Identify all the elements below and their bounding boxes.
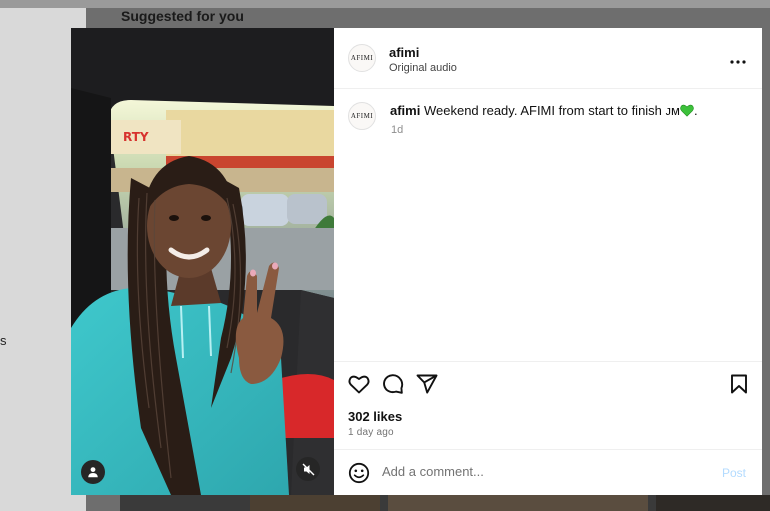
heart-icon bbox=[348, 375, 370, 394]
author-username[interactable]: afimi bbox=[389, 45, 419, 60]
page-top-strip bbox=[0, 0, 770, 8]
comment-divider bbox=[334, 449, 762, 450]
caption-avatar[interactable]: AFIMI bbox=[348, 102, 376, 130]
bookmark-icon bbox=[731, 374, 747, 394]
thumbnail[interactable] bbox=[388, 495, 648, 511]
post-caption: afimi Weekend ready. AFIMI from start to… bbox=[390, 103, 740, 118]
post-comment-button[interactable]: Post bbox=[722, 466, 746, 480]
emoji-button[interactable] bbox=[348, 462, 370, 489]
caption-text: Weekend ready. AFIMI from start to finis… bbox=[423, 103, 680, 118]
thumbnail[interactable] bbox=[656, 495, 770, 511]
author-avatar[interactable]: AFIMI bbox=[348, 44, 376, 72]
emoji-smile-icon bbox=[348, 462, 370, 484]
actions-divider bbox=[334, 361, 762, 362]
comment-button[interactable] bbox=[382, 373, 404, 400]
suggested-heading: Suggested for you bbox=[121, 8, 244, 24]
user-tag-icon bbox=[88, 467, 98, 478]
likes-count[interactable]: 302 likes bbox=[348, 409, 402, 424]
comment-bubble-icon bbox=[383, 374, 404, 394]
posted-time[interactable]: 1 day ago bbox=[348, 427, 394, 438]
save-button[interactable] bbox=[730, 374, 748, 399]
paper-plane-icon bbox=[416, 374, 438, 394]
post-modal: RTY AFIMI afimi Original audio AFIMI afi… bbox=[71, 28, 762, 495]
header-divider bbox=[334, 88, 762, 89]
mute-toggle-button[interactable] bbox=[296, 457, 320, 481]
caption-time[interactable]: 1d bbox=[391, 124, 403, 136]
more-horizontal-icon bbox=[730, 60, 746, 64]
muted-speaker-icon bbox=[302, 463, 314, 475]
more-options-button[interactable] bbox=[728, 54, 748, 64]
like-button[interactable] bbox=[348, 374, 370, 399]
svg-text:RTY: RTY bbox=[123, 130, 149, 144]
green-heart-icon bbox=[680, 104, 694, 117]
user-tag-button[interactable] bbox=[81, 460, 105, 484]
thumbnail[interactable] bbox=[250, 495, 380, 511]
share-button[interactable] bbox=[416, 373, 438, 400]
sidebar-text-fragment: s bbox=[0, 333, 7, 348]
audio-label[interactable]: Original audio bbox=[389, 62, 457, 74]
video-frame-illustration: RTY bbox=[71, 28, 334, 495]
post-video[interactable]: RTY bbox=[71, 28, 334, 495]
comment-input[interactable] bbox=[382, 464, 712, 479]
caption-username[interactable]: afimi bbox=[390, 103, 420, 118]
post-details-panel: AFIMI afimi Original audio AFIMI afimi W… bbox=[334, 28, 762, 495]
caption-trailing: . bbox=[693, 103, 698, 118]
